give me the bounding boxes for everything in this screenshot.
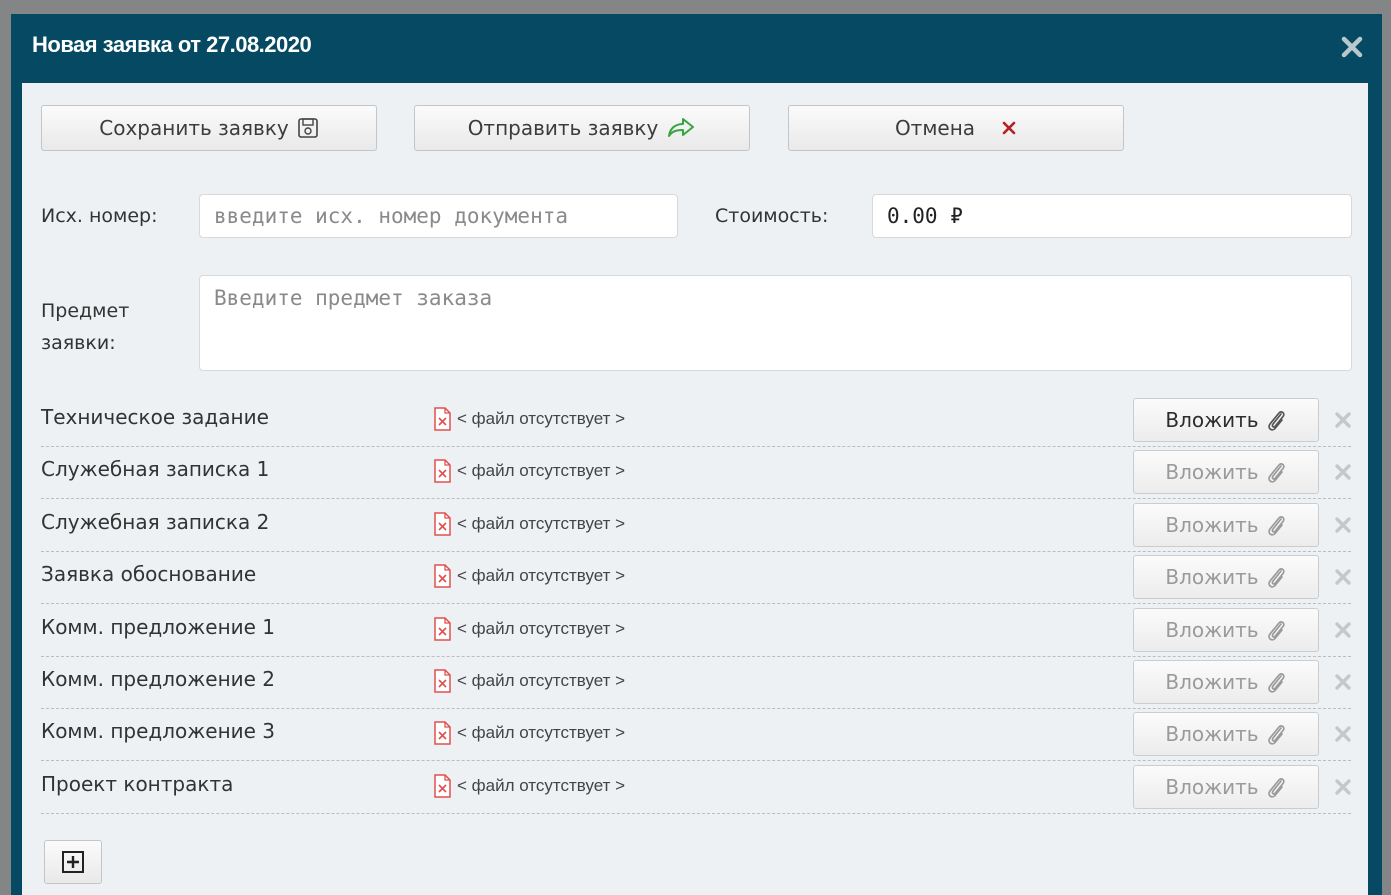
attachment-row-label: Техническое задание: [41, 405, 269, 429]
attachment-row-label: Служебная записка 2: [41, 509, 270, 534]
missing-file-icon: [434, 564, 451, 588]
x-mark-icon: [1002, 121, 1016, 135]
send-request-button[interactable]: Отправить заявку: [414, 105, 750, 151]
plus-box-icon: [62, 851, 84, 873]
paperclip-icon: [1267, 411, 1285, 431]
attach-button[interactable]: Вложить: [1133, 398, 1319, 442]
missing-file-icon: [434, 512, 451, 536]
subject-label-line2: заявки:: [41, 332, 116, 354]
attach-label: Вложить: [1165, 408, 1259, 432]
no-file-text: < файл отсутствует >: [457, 513, 626, 533]
attachment-row-label: Служебная записка 1: [41, 457, 270, 482]
paperclip-icon: [1267, 463, 1285, 484]
no-file-text: < файл отсутствует >: [457, 775, 626, 795]
attach-label: Вложить: [1165, 565, 1259, 590]
no-file-text: < файл отсутствует >: [457, 409, 626, 428]
file-status: < файл отсутствует >: [433, 564, 625, 588]
paperclip-icon: [1267, 725, 1285, 746]
attach-label: Вложить: [1165, 512, 1259, 537]
no-file-text: < файл отсутствует >: [457, 566, 626, 586]
attachment-row: Комм. предложение 1 < файл отсутствует > В…: [41, 605, 1351, 657]
attachment-row-label: Проект контракта: [41, 771, 234, 796]
cancel-label: Отмена: [894, 116, 976, 140]
attachment-row-label: Комм. предложение 3: [41, 719, 276, 744]
attach-button[interactable]: Вложить: [1133, 764, 1319, 809]
attach-button[interactable]: Вложить: [1133, 450, 1319, 495]
attachment-row-label: Комм. предложение 1: [41, 614, 276, 639]
attachment-row: Служебная записка 2 < файл отсутствует > В…: [41, 500, 1351, 552]
out-number-input[interactable]: [199, 194, 678, 238]
paperclip-icon: [1267, 777, 1285, 798]
attach-button[interactable]: Вложить: [1133, 607, 1319, 652]
paperclip-icon: [1267, 620, 1285, 641]
no-file-text: < файл отсутствует >: [457, 618, 626, 638]
attach-label: Вложить: [1165, 617, 1259, 642]
cost-label: Стоимость:: [715, 205, 829, 227]
paperclip-icon: [1267, 673, 1285, 693]
attach-button[interactable]: Вложить: [1133, 555, 1319, 600]
attachment-row: Комм. предложение 3 < файл отсутствует > В…: [41, 709, 1353, 762]
attachment-row-label: Заявка обоснование: [41, 562, 257, 587]
attach-label: Вложить: [1165, 722, 1259, 747]
delete-x-icon[interactable]: [1333, 410, 1353, 430]
missing-file-icon: [434, 669, 451, 693]
out-number-label: Исх. номер:: [41, 205, 158, 227]
file-status: < файл отсутствует >: [433, 721, 626, 746]
cancel-button[interactable]: Отмена: [788, 105, 1124, 151]
delete-x-icon[interactable]: [1333, 620, 1353, 640]
cost-input[interactable]: [872, 194, 1352, 238]
dialog-content: Сохранить заявку Отправить заявку Отмена…: [22, 83, 1368, 895]
file-status: < файл отсутствует >: [433, 512, 625, 536]
no-file-text: < файл отсутствует >: [457, 723, 626, 743]
attachment-row: Служебная записка 1 < файл отсутствует > В…: [41, 447, 1353, 500]
attach-button[interactable]: Вложить: [1133, 712, 1319, 757]
paperclip-icon: [1267, 568, 1285, 588]
attachment-row-label: Комм. предложение 2: [41, 667, 276, 691]
save-request-label: Сохранить заявку: [99, 116, 289, 140]
no-file-text: < файл отсутствует >: [457, 671, 626, 690]
missing-file-icon: [434, 459, 451, 484]
file-status: < файл отсутствует >: [433, 459, 626, 484]
delete-x-icon[interactable]: [1333, 724, 1353, 744]
attachment-row: Заявка обоснование < файл отсутствует > Вл…: [41, 552, 1353, 605]
save-request-button[interactable]: Сохранить заявку: [41, 105, 377, 151]
attach-button[interactable]: Вложить: [1133, 502, 1319, 547]
attach-label: Вложить: [1165, 670, 1259, 694]
paperclip-icon: [1267, 515, 1285, 536]
file-status: < файл отсутствует >: [433, 407, 625, 431]
file-status: < файл отсутствует >: [433, 774, 625, 798]
delete-x-icon[interactable]: [1333, 567, 1353, 587]
dialog-titlebar: Новая заявка от 27.08.2020: [11, 14, 1382, 80]
attach-label: Вложить: [1165, 460, 1259, 485]
missing-file-icon: [434, 774, 451, 798]
delete-x-icon[interactable]: [1333, 462, 1353, 482]
missing-file-icon: [434, 616, 451, 641]
delete-x-icon[interactable]: [1333, 672, 1353, 692]
close-icon[interactable]: [1340, 35, 1364, 59]
add-row-button[interactable]: [44, 840, 102, 884]
attachment-row: Комм. предложение 2 < файл отсутствует > В…: [41, 657, 1351, 709]
share-arrow-icon: [668, 118, 695, 137]
file-status: < файл отсутствует >: [433, 616, 626, 641]
send-request-label: Отправить заявку: [467, 116, 659, 140]
delete-x-icon[interactable]: [1333, 777, 1353, 797]
attachment-row: Техническое задание < файл отсутствует > В…: [41, 395, 1351, 447]
attachment-row: Проект контракта < файл отсутствует > Влож…: [41, 762, 1351, 814]
file-status: < файл отсутствует >: [433, 669, 625, 693]
new-request-dialog: Новая заявка от 27.08.2020 Сохранить зая…: [11, 14, 1382, 895]
attach-button[interactable]: Вложить: [1133, 660, 1319, 704]
missing-file-icon: [434, 407, 451, 431]
dialog-title: Новая заявка от 27.08.2020: [32, 32, 312, 57]
subject-textarea[interactable]: [199, 275, 1352, 371]
subject-label-line1: Предмет: [41, 300, 130, 322]
delete-x-icon[interactable]: [1333, 515, 1353, 535]
missing-file-icon: [434, 721, 451, 746]
no-file-text: < файл отсутствует >: [457, 461, 626, 481]
attach-label: Вложить: [1165, 774, 1259, 799]
floppy-disk-icon: [297, 118, 318, 138]
